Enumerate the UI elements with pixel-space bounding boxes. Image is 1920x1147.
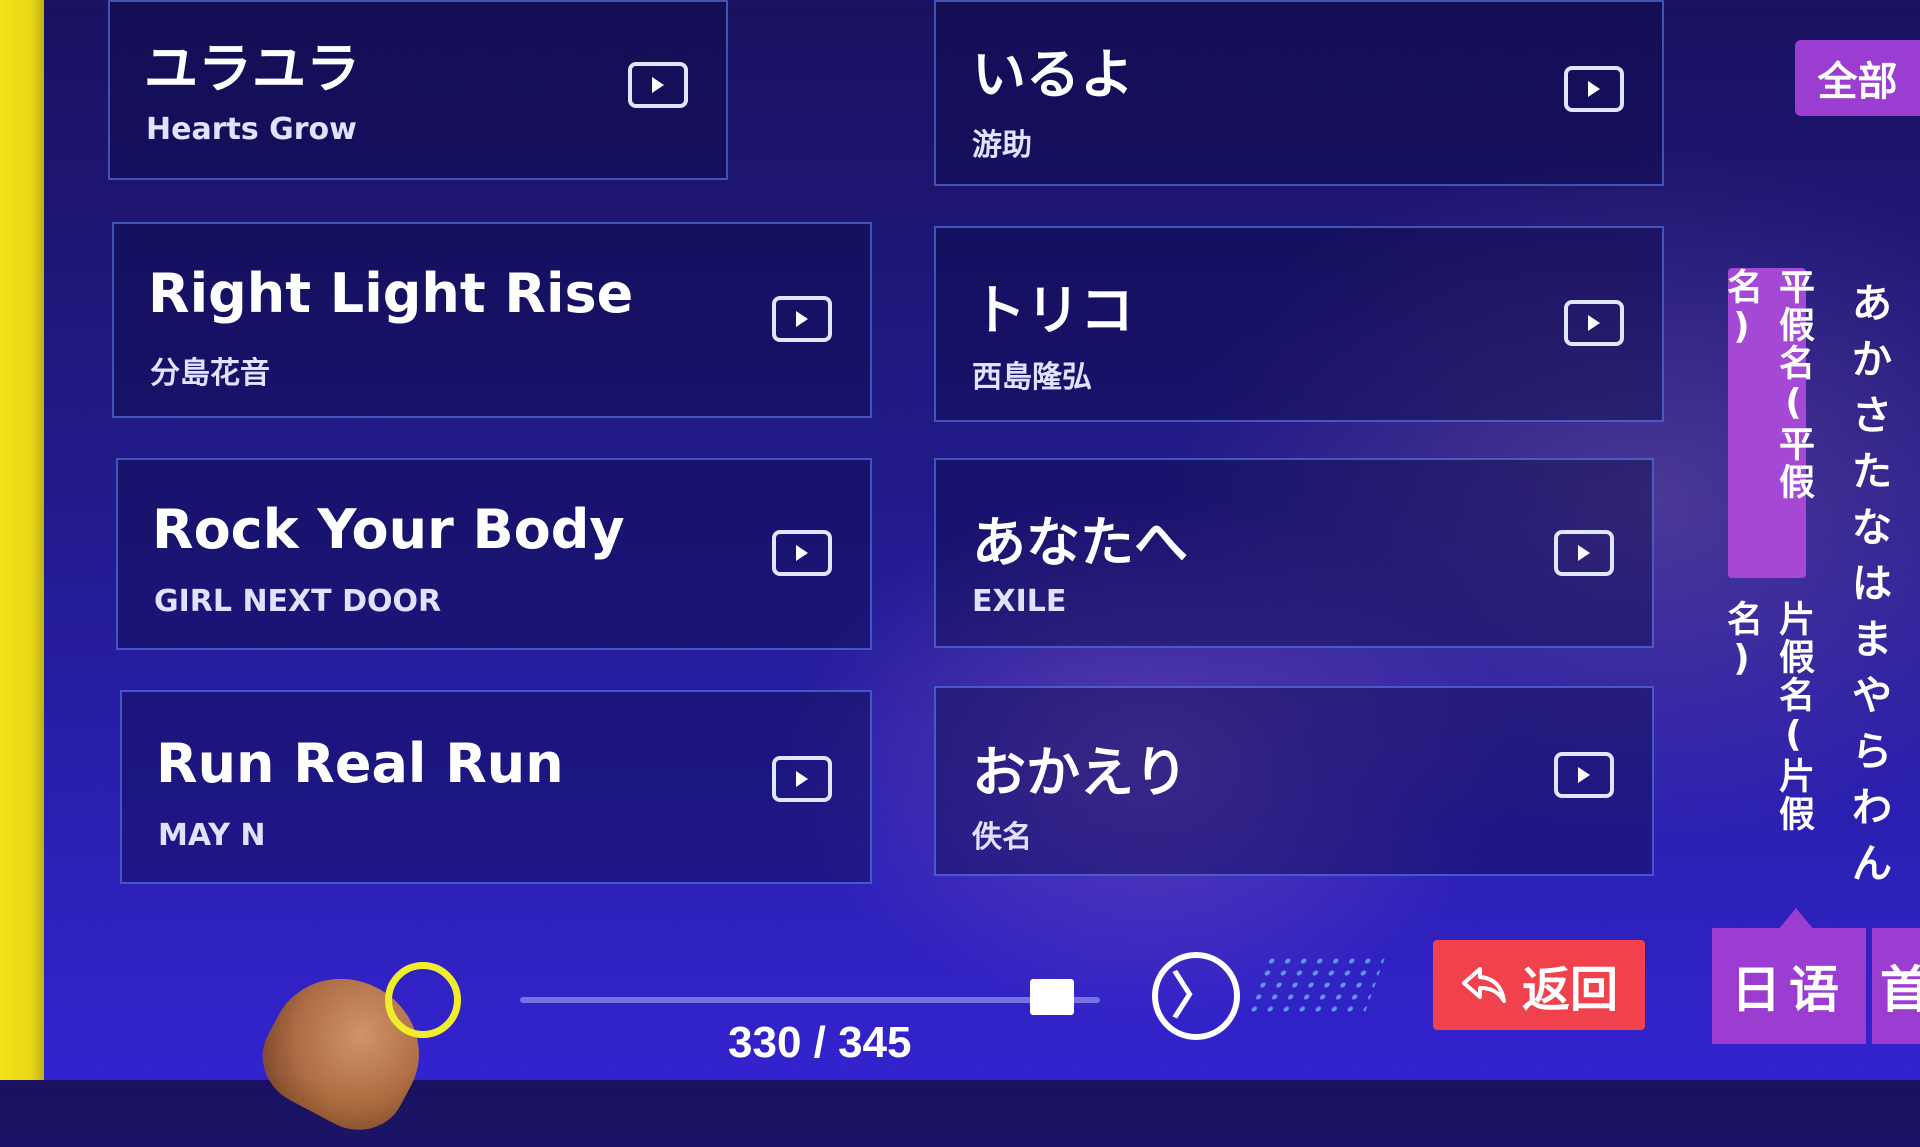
filter-all-label: 全部 <box>1817 59 1898 105</box>
play-video-icon[interactable] <box>772 756 832 802</box>
song-card[interactable]: トリコ 西島隆弘 <box>934 226 1664 422</box>
play-video-icon[interactable] <box>1564 66 1624 112</box>
next-page-icon: 〉 <box>1171 967 1221 1025</box>
page-progress-handle[interactable] <box>1030 979 1074 1015</box>
kana-index-item[interactable]: あ <box>1852 280 1892 328</box>
song-artist: 佚名 <box>972 820 1032 855</box>
song-title: Right Light Rise <box>148 262 634 325</box>
song-title: トリコ <box>972 279 1134 342</box>
prev-page-button[interactable] <box>385 962 461 1038</box>
language-tab-pointer <box>1778 908 1814 930</box>
tab-hiragana[interactable]: 平假名(平假名) <box>1721 268 1814 578</box>
song-card[interactable]: いるよ 游助 <box>934 0 1664 186</box>
play-video-icon[interactable] <box>628 62 688 108</box>
next-page-button[interactable]: 〉 <box>1152 952 1240 1040</box>
play-video-icon[interactable] <box>772 296 832 342</box>
kana-index-item[interactable]: や <box>1852 672 1892 720</box>
kana-index-item[interactable]: か <box>1852 336 1892 384</box>
tab-hiragana-label: 平假名(平假名) <box>1721 268 1814 501</box>
back-button[interactable]: 返回 <box>1433 940 1645 1030</box>
kana-index-item[interactable]: ん <box>1852 840 1892 888</box>
song-card[interactable]: Rock Your Body GIRL NEXT DOOR <box>116 458 872 650</box>
song-artist: 西島隆弘 <box>972 360 1092 395</box>
kana-index-item[interactable]: は <box>1852 560 1892 608</box>
tab-katakana-label: 片假名(片假名) <box>1721 600 1814 833</box>
song-title: Run Real Run <box>156 732 564 795</box>
kana-index-item[interactable]: な <box>1852 504 1892 552</box>
song-title: いるよ <box>972 43 1134 106</box>
back-button-label: 返回 <box>1521 962 1618 1018</box>
play-video-icon[interactable] <box>772 530 832 576</box>
kana-index-item[interactable]: ま <box>1852 616 1892 664</box>
device-bezel <box>0 0 44 1080</box>
tab-language-japanese[interactable]: 日语 <box>1712 928 1866 1044</box>
song-artist: 游助 <box>972 128 1032 163</box>
tab-language-next-label: 首 <box>1880 961 1920 1019</box>
kana-index-list: あ か さ た な は ま や ら わ ん <box>1842 280 1902 887</box>
tab-katakana[interactable]: 片假名(片假名) <box>1721 600 1814 870</box>
song-card[interactable]: あなたへ EXILE <box>934 458 1654 648</box>
filter-all-tab[interactable]: 全部 <box>1795 40 1920 116</box>
page-indicator: 330 / 345 <box>728 1018 912 1067</box>
kana-index-item[interactable]: ら <box>1852 728 1892 776</box>
kana-index-item[interactable]: た <box>1852 448 1892 496</box>
song-artist: EXILE <box>972 584 1067 619</box>
song-title: ユラユラ <box>144 37 360 100</box>
song-title: あなたへ <box>972 511 1188 574</box>
song-card[interactable]: ユラユラ Hearts Grow <box>108 0 728 180</box>
song-artist: MAY N <box>158 818 266 853</box>
song-title: Rock Your Body <box>152 498 625 561</box>
play-video-icon[interactable] <box>1564 300 1624 346</box>
play-video-icon[interactable] <box>1554 530 1614 576</box>
back-arrow-icon <box>1460 961 1508 1009</box>
song-list-panel: ユラユラ Hearts Grow いるよ 游助 Right Light Rise… <box>44 0 1734 1080</box>
tab-language-japanese-label: 日语 <box>1731 961 1847 1019</box>
tab-language-next[interactable]: 首 <box>1872 928 1920 1044</box>
song-card[interactable]: おかえり 佚名 <box>934 686 1654 876</box>
song-artist: GIRL NEXT DOOR <box>154 584 442 619</box>
song-card[interactable]: Run Real Run MAY N <box>120 690 872 884</box>
song-title: おかえり <box>972 741 1188 804</box>
play-video-icon[interactable] <box>1554 752 1614 798</box>
kana-index-item[interactable]: わ <box>1852 784 1892 832</box>
page-progress-track[interactable] <box>520 997 1100 1003</box>
decorative-dots <box>1244 955 1386 1015</box>
song-artist: 分島花音 <box>150 356 270 391</box>
song-artist: Hearts Grow <box>146 112 357 147</box>
kana-index-item[interactable]: さ <box>1852 392 1892 440</box>
song-card[interactable]: Right Light Rise 分島花音 <box>112 222 872 418</box>
